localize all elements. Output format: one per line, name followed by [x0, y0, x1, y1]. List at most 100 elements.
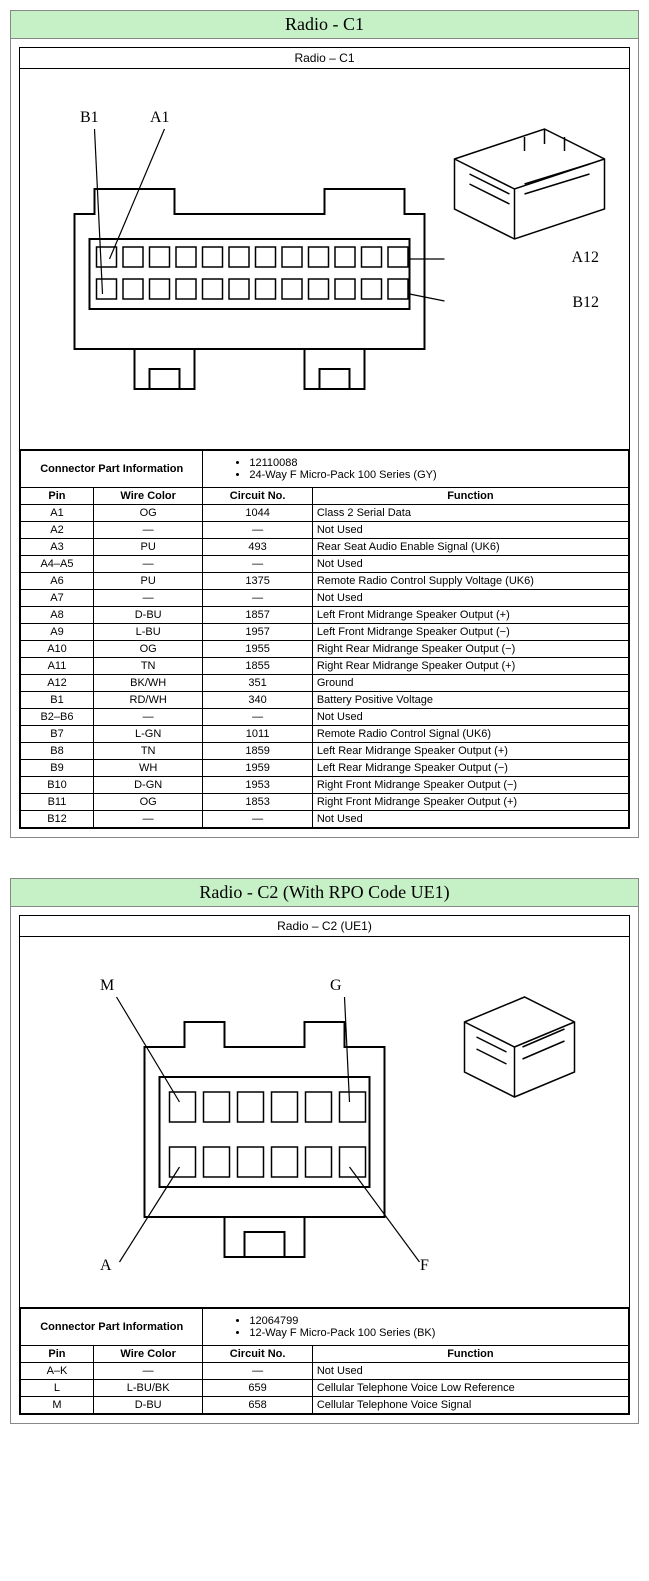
hdr-circuit: Circuit No. — [203, 488, 312, 505]
part-info-values-c1: 12110088 24-Way F Micro-Pack 100 Series … — [203, 451, 629, 488]
cell-func: Battery Positive Voltage — [312, 692, 628, 709]
cell-pin: A7 — [21, 590, 94, 607]
table-row: B7L-GN1011Remote Radio Control Signal (U… — [21, 726, 629, 743]
part-desc-c2: 12-Way F Micro-Pack 100 Series (BK) — [249, 1327, 624, 1339]
cell-func: Left Rear Midrange Speaker Output (+) — [312, 743, 628, 760]
cell-color: — — [93, 522, 202, 539]
table-row: A11TN1855Right Rear Midrange Speaker Out… — [21, 658, 629, 675]
table-row: B2–B6——Not Used — [21, 709, 629, 726]
table-row: A4–A5——Not Used — [21, 556, 629, 573]
table-header-c1: Pin Wire Color Circuit No. Function — [21, 488, 629, 505]
table-row: A9L-BU1957Left Front Midrange Speaker Ou… — [21, 624, 629, 641]
hdr-func: Function — [312, 488, 628, 505]
c2-data-table: Connector Part Information 12064799 12-W… — [20, 1308, 629, 1414]
cell-color: — — [93, 709, 202, 726]
cell-color: OG — [93, 505, 202, 522]
part-info-label-c1: Connector Part Information — [21, 451, 203, 488]
cell-func: Class 2 Serial Data — [312, 505, 628, 522]
cell-pin: A9 — [21, 624, 94, 641]
cell-pin: B2–B6 — [21, 709, 94, 726]
cell-func: Right Front Midrange Speaker Output (+) — [312, 794, 628, 811]
hdr-pin-c2: Pin — [21, 1346, 94, 1363]
cell-pin: M — [21, 1397, 94, 1414]
table-row: A10OG1955Right Rear Midrange Speaker Out… — [21, 641, 629, 658]
cell-func: Remote Radio Control Supply Voltage (UK6… — [312, 573, 628, 590]
cell-func: Remote Radio Control Signal (UK6) — [312, 726, 628, 743]
cell-func: Not Used — [312, 556, 628, 573]
hdr-color: Wire Color — [93, 488, 202, 505]
table-row: MD-BU658Cellular Telephone Voice Signal — [21, 1397, 629, 1414]
cell-func: Right Rear Midrange Speaker Output (+) — [312, 658, 628, 675]
cell-pin: A1 — [21, 505, 94, 522]
cell-func: Cellular Telephone Voice Signal — [312, 1397, 628, 1414]
table-row: B8TN1859Left Rear Midrange Speaker Outpu… — [21, 743, 629, 760]
cell-color: OG — [93, 794, 202, 811]
cell-pin: B9 — [21, 760, 94, 777]
panel-radio-c2: Radio - C2 (With RPO Code UE1) Radio – C… — [10, 878, 639, 1424]
cell-circuit: 659 — [203, 1380, 312, 1397]
inner-title-c2: Radio – C2 (UE1) — [20, 916, 629, 937]
cell-color: — — [93, 556, 202, 573]
cell-color: D-GN — [93, 777, 202, 794]
part-num-c1: 12110088 — [249, 457, 624, 469]
cell-circuit: — — [203, 522, 312, 539]
table-row: LL-BU/BK659Cellular Telephone Voice Low … — [21, 1380, 629, 1397]
cell-color: RD/WH — [93, 692, 202, 709]
cell-color: L-BU/BK — [93, 1380, 202, 1397]
cell-circuit: 340 — [203, 692, 312, 709]
table-row: A3PU493Rear Seat Audio Enable Signal (UK… — [21, 539, 629, 556]
cell-color: D-BU — [93, 607, 202, 624]
table-row: B11OG1853Right Front Midrange Speaker Ou… — [21, 794, 629, 811]
cell-color: — — [93, 1363, 202, 1380]
connector-c1-svg — [20, 69, 629, 449]
table-row: A–K——Not Used — [21, 1363, 629, 1380]
table-row: B10D-GN1953Right Front Midrange Speaker … — [21, 777, 629, 794]
panel-title-c2: Radio - C2 (With RPO Code UE1) — [11, 879, 638, 907]
cell-color: TN — [93, 743, 202, 760]
cell-color: TN — [93, 658, 202, 675]
table-row: A8D-BU1857Left Front Midrange Speaker Ou… — [21, 607, 629, 624]
cell-pin: A8 — [21, 607, 94, 624]
table-row: B12——Not Used — [21, 811, 629, 828]
inner-title-c1: Radio – C1 — [20, 48, 629, 69]
cell-color: D-BU — [93, 1397, 202, 1414]
cell-circuit: 1957 — [203, 624, 312, 641]
cell-func: Left Front Midrange Speaker Output (+) — [312, 607, 628, 624]
cell-pin: A2 — [21, 522, 94, 539]
cell-circuit: — — [203, 811, 312, 828]
cell-pin: B1 — [21, 692, 94, 709]
cell-circuit: 351 — [203, 675, 312, 692]
part-desc-c1: 24-Way F Micro-Pack 100 Series (GY) — [249, 469, 624, 481]
cell-pin: A4–A5 — [21, 556, 94, 573]
connector-c2-svg — [20, 937, 629, 1307]
cell-circuit: — — [203, 1363, 312, 1380]
cell-color: BK/WH — [93, 675, 202, 692]
cell-pin: B11 — [21, 794, 94, 811]
cell-func: Not Used — [312, 590, 628, 607]
cell-func: Cellular Telephone Voice Low Reference — [312, 1380, 628, 1397]
part-info-values-c2: 12064799 12-Way F Micro-Pack 100 Series … — [203, 1309, 629, 1346]
cell-func: Rear Seat Audio Enable Signal (UK6) — [312, 539, 628, 556]
cell-circuit: 658 — [203, 1397, 312, 1414]
panel-radio-c1: Radio - C1 Radio – C1 B1 A1 A12 B12 — [10, 10, 639, 838]
cell-pin: A11 — [21, 658, 94, 675]
cell-pin: B10 — [21, 777, 94, 794]
cell-circuit: 1853 — [203, 794, 312, 811]
cell-pin: B8 — [21, 743, 94, 760]
connector-diagram-c2: M G A F — [20, 937, 629, 1308]
cell-color: — — [93, 590, 202, 607]
table-row: A6PU1375Remote Radio Control Supply Volt… — [21, 573, 629, 590]
cell-pin: A3 — [21, 539, 94, 556]
part-info-label-c2: Connector Part Information — [21, 1309, 203, 1346]
cell-color: WH — [93, 760, 202, 777]
cell-circuit: 1855 — [203, 658, 312, 675]
cell-circuit: 1959 — [203, 760, 312, 777]
cell-pin: A12 — [21, 675, 94, 692]
cell-color: L-BU — [93, 624, 202, 641]
hdr-color-c2: Wire Color — [93, 1346, 202, 1363]
cell-circuit: 1375 — [203, 573, 312, 590]
cell-circuit: 1859 — [203, 743, 312, 760]
hdr-circuit-c2: Circuit No. — [203, 1346, 312, 1363]
cell-color: OG — [93, 641, 202, 658]
part-num-c2: 12064799 — [249, 1315, 624, 1327]
